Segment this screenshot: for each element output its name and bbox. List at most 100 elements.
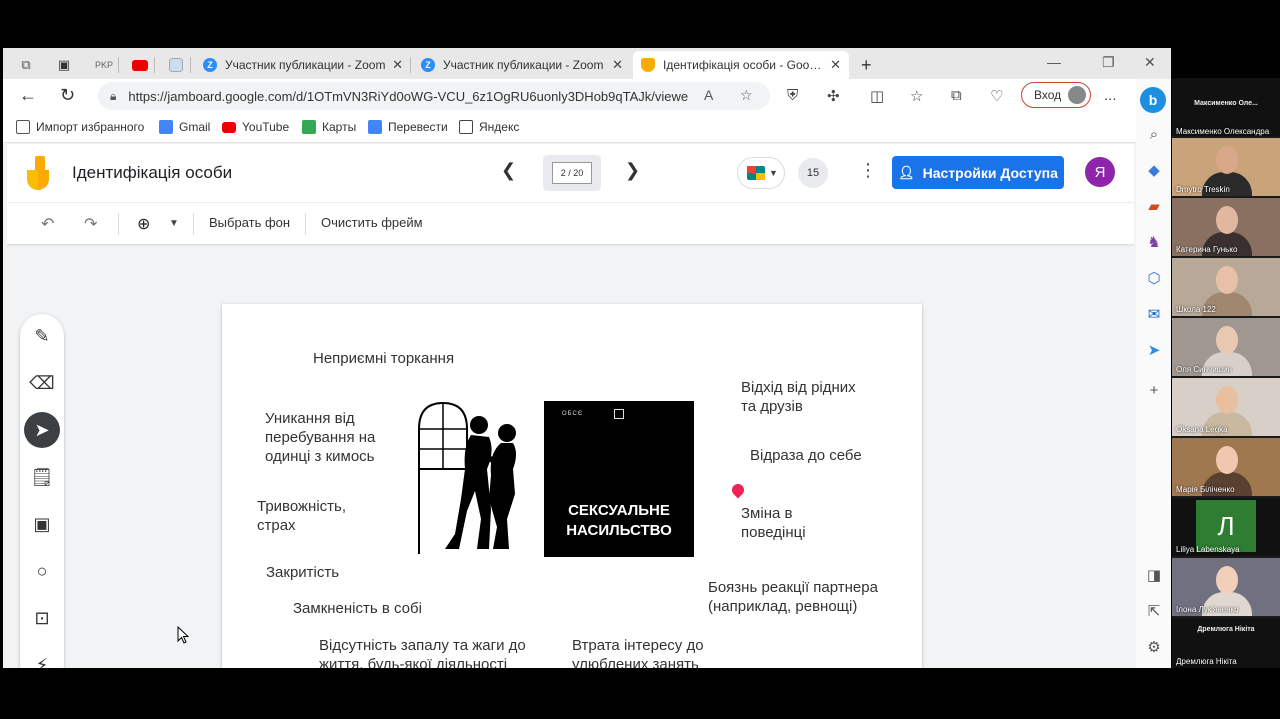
favorite-star-icon[interactable]: ☆ <box>740 87 753 104</box>
participant-tile[interactable]: Марія Біліченко <box>1172 438 1280 496</box>
fav-yandex[interactable]: Яндекс <box>459 120 519 134</box>
meet-button[interactable]: ▼ <box>737 157 785 189</box>
note-behavior-change[interactable]: Зміна в поведінці <box>741 504 806 542</box>
back-icon[interactable]: ← <box>19 85 37 106</box>
note-withdrawn[interactable]: Замкненість в собі <box>293 599 422 618</box>
note-no-zeal[interactable]: Відсутність запалу та жаги до життя, буд… <box>319 636 526 668</box>
signin-button[interactable]: Вход <box>1021 82 1091 108</box>
note-avoid-alone[interactable]: Уникання від перебування на одинці з ким… <box>265 409 375 466</box>
laser-icon[interactable]: ⚡︎ <box>24 647 60 669</box>
youtube-icon <box>222 121 236 133</box>
frame-canvas[interactable]: Неприємні торкання Уникання від перебува… <box>222 304 922 668</box>
participant-tile[interactable]: Дремлюга Нікіта Дремлюга Нікіта <box>1172 618 1280 668</box>
participant-tile[interactable]: Оля Синчишин <box>1172 318 1280 376</box>
close-icon[interactable]: ✕ <box>830 57 841 73</box>
participant-tile[interactable]: Л Liliya Labenskaya <box>1172 498 1280 556</box>
workspaces-icon[interactable]: ⧉ <box>11 51 41 79</box>
extensions-icon[interactable]: ✣ <box>827 87 840 105</box>
add-icon[interactable]: + <box>1145 381 1163 399</box>
games-icon[interactable]: ♞ <box>1145 233 1163 251</box>
circle-icon[interactable]: ○ <box>24 553 60 589</box>
participant-name: Марія Біліченко <box>1176 485 1235 494</box>
fav-import[interactable]: Импорт избранного <box>16 120 144 134</box>
fav-translate[interactable]: Перевести <box>368 120 448 134</box>
collections-icon[interactable]: ⧉ <box>951 87 962 104</box>
participant-tile[interactable]: Ілона Лук'яненко <box>1172 558 1280 616</box>
refresh-icon[interactable]: ↻ <box>60 85 75 106</box>
new-tab-button[interactable]: + <box>853 51 879 79</box>
bing-chat-icon[interactable]: b <box>1140 87 1166 113</box>
note-fear-partner[interactable]: Боязнь реакції партнера (наприклад, ревн… <box>708 578 878 616</box>
outlook-icon[interactable]: ✉ <box>1145 305 1163 323</box>
close-icon[interactable]: ✕ <box>612 57 623 73</box>
note-lost-interest[interactable]: Втрата інтересу до улюблених занять <box>572 636 704 668</box>
participant-tile[interactable]: Максименко Оле... Максименко Олександра <box>1172 78 1280 136</box>
fav-maps[interactable]: Карты <box>302 120 356 134</box>
restore-icon[interactable]: ❐ <box>1102 54 1115 71</box>
sidebar-toggle-icon[interactable]: ◨ <box>1145 566 1163 584</box>
url-text[interactable]: https://jamboard.google.com/d/1OTmVN3RiY… <box>128 89 688 104</box>
note-anxiety[interactable]: Тривожність, страх <box>257 497 346 535</box>
note-unpleasant-touch[interactable]: Неприємні торкання <box>313 349 454 368</box>
clear-frame-button[interactable]: Очистить фрейм <box>321 215 423 230</box>
image-icon[interactable]: ▣ <box>24 506 60 542</box>
favorites-icon[interactable]: ☆ <box>910 87 923 105</box>
tab-jamboard[interactable]: Ідентифікація особи - Google Ja ✕ <box>633 51 849 79</box>
settings-icon[interactable]: ⚙ <box>1145 638 1163 656</box>
minimize-icon[interactable]: — <box>1047 54 1061 70</box>
note-closedness[interactable]: Закритість <box>266 563 339 582</box>
shield-icon[interactable]: ⛨ <box>787 87 798 104</box>
fav-gmail[interactable]: Gmail <box>159 120 210 134</box>
split-screen-icon[interactable]: ◫ <box>870 87 884 105</box>
note-self-disgust[interactable]: Відраза до себе <box>750 446 862 465</box>
tab-actions-icon[interactable]: ▣ <box>49 51 79 79</box>
more-icon[interactable]: ... <box>1104 87 1117 104</box>
poster-image[interactable]: ОБСЄ СЕКСУАЛЬНЕ НАСИЛЬСТВО <box>544 401 694 557</box>
tab-zoom-2[interactable]: Z Участник публикации - Zoom ✕ <box>413 51 631 79</box>
shopping-icon[interactable]: ◆ <box>1145 161 1163 179</box>
more-options-icon[interactable]: ⋮ <box>859 160 877 181</box>
silhouette-image[interactable] <box>415 399 525 554</box>
participant-tile[interactable]: Катерина Гунько <box>1172 198 1280 256</box>
participant-tile[interactable]: Школа 122 <box>1172 258 1280 316</box>
tab-youtube[interactable] <box>125 51 155 79</box>
close-icon[interactable]: ✕ <box>392 57 403 73</box>
location-pin-icon[interactable] <box>729 481 747 499</box>
read-aloud-icon[interactable]: A <box>704 87 713 103</box>
tab-pkp[interactable]: PKP <box>89 51 119 79</box>
avatar[interactable]: Я <box>1085 157 1115 187</box>
participant-tile[interactable]: Oksana Legka <box>1172 378 1280 436</box>
frame-counter[interactable]: 2 / 20 <box>543 155 601 191</box>
note-withdraw-family[interactable]: Відхід від рідних та друзів <box>741 378 856 416</box>
tab-zoom-1[interactable]: Z Участник публикации - Zoom ✕ <box>195 51 411 79</box>
office-icon[interactable]: ⬡ <box>1145 269 1163 287</box>
heart-icon[interactable]: ♡ <box>990 87 1003 105</box>
search-icon[interactable]: ⌕ <box>1145 125 1163 143</box>
gmail-icon <box>159 120 173 134</box>
select-icon[interactable]: ➤ <box>24 412 60 448</box>
send-icon[interactable]: ➤ <box>1145 341 1163 359</box>
tab-generic[interactable] <box>161 51 191 79</box>
sticky-note-icon[interactable]: 🗒︎ <box>24 459 60 495</box>
fav-youtube[interactable]: YouTube <box>222 120 289 134</box>
pen-icon[interactable]: ✎ <box>24 318 60 354</box>
close-window-icon[interactable]: ✕ <box>1144 54 1156 71</box>
eraser-icon[interactable]: ⌫ <box>24 365 60 401</box>
text-box-icon[interactable]: ⊡ <box>24 600 60 636</box>
next-frame-icon[interactable]: ❯ <box>625 160 640 181</box>
set-background-button[interactable]: Выбрать фон <box>209 215 290 230</box>
tab-label: Участник публикации - Zoom <box>443 58 604 72</box>
share-button[interactable]: 👤︎ Настройки Доступа <box>892 156 1064 189</box>
participant-count[interactable]: 15 <box>798 158 828 188</box>
participant-tile[interactable]: Dmytro Treskin <box>1172 138 1280 196</box>
document-title[interactable]: Ідентифікація особи <box>72 163 232 183</box>
previous-frame-icon[interactable]: ❮ <box>501 160 516 181</box>
tools-icon[interactable]: ▰ <box>1145 197 1163 215</box>
external-link-icon[interactable]: ⇱ <box>1145 602 1163 620</box>
redo-icon[interactable]: ↷ <box>84 214 97 234</box>
zoom-icon[interactable]: ⊕ <box>137 214 150 234</box>
participant-name: Оля Синчишин <box>1176 365 1232 374</box>
chevron-down-icon[interactable]: ▼ <box>169 218 179 229</box>
address-bar[interactable]: 🔒︎ https://jamboard.google.com/d/1OTmVN3… <box>98 82 770 110</box>
undo-icon[interactable]: ↶ <box>41 214 54 234</box>
